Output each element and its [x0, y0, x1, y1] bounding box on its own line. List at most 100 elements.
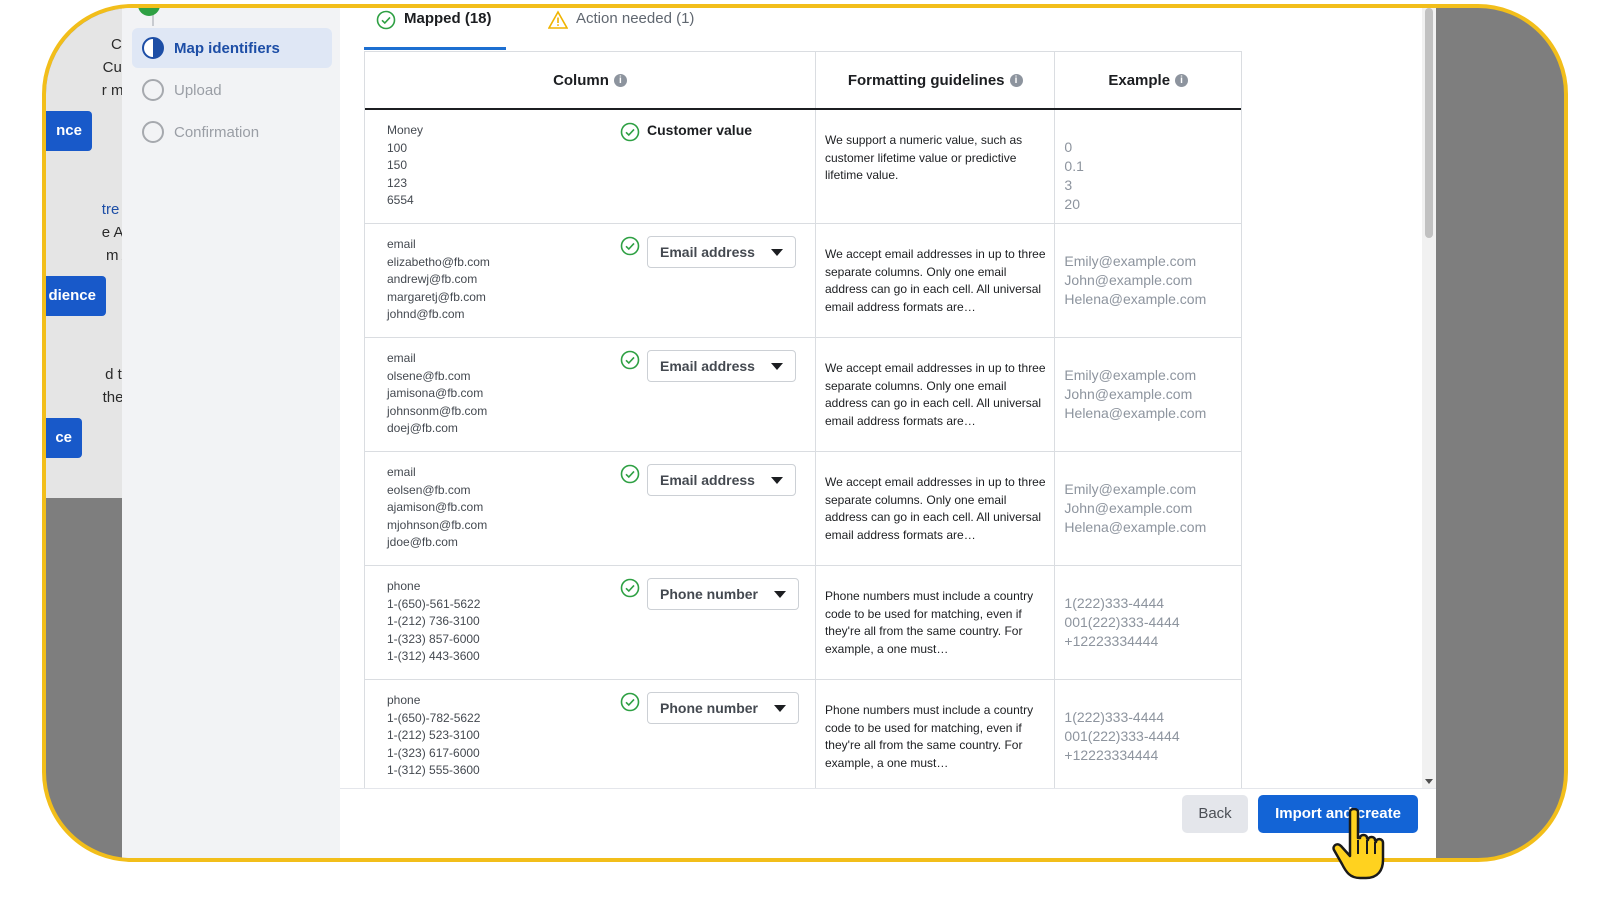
- tab-label: Mapped (18): [404, 10, 492, 27]
- check-circle-icon: [620, 692, 640, 712]
- check-circle-icon: [620, 350, 640, 370]
- check-circle-icon: [620, 464, 640, 484]
- example-cell: Emily@example.com John@example.com Helena@…: [1055, 338, 1241, 451]
- identifier-dropdown[interactable]: Phone number: [647, 692, 800, 724]
- column-cell: Money 100 150 123 6554 Customer value: [365, 110, 816, 223]
- example-value: Emily@example.com: [1064, 367, 1197, 383]
- step-map-identifiers[interactable]: Map identifiers: [132, 28, 332, 68]
- column-cell: email eolsen@fb.com ajamison@fb.com mjohnso…: [365, 452, 816, 565]
- table-row: email olsene@fb.com jamisona@fb.com johnson…: [365, 338, 1241, 452]
- example-values: Emily@example.com John@example.com Helena@…: [1064, 366, 1206, 423]
- sample-value: 100: [387, 140, 408, 155]
- dropdown-label: Email address: [660, 358, 755, 374]
- tab-action-needed[interactable]: Action needed (1): [548, 8, 694, 50]
- info-icon[interactable]: i: [613, 73, 627, 87]
- example-values: 0 0.1 3 20: [1064, 138, 1083, 214]
- guideline-cell: We accept email addresses in up to three…: [816, 224, 1056, 337]
- caret-down-icon: [770, 477, 783, 484]
- check-circle-icon: [620, 578, 640, 598]
- sample-value: email: [387, 237, 416, 251]
- sample-value: eolsen@fb.com: [387, 482, 471, 497]
- sample-value: 1-(650)-782-5622: [387, 710, 481, 725]
- sample-value: 1-(323) 857-6000: [387, 631, 480, 646]
- sample-value: 123: [387, 175, 408, 190]
- identifier-dropdown[interactable]: Email address: [647, 236, 796, 268]
- example-value: 3: [1064, 177, 1073, 193]
- tab-label: Action needed (1): [576, 10, 695, 27]
- guideline-cell: We accept email addresses in up to three…: [816, 338, 1056, 451]
- guideline-text: We accept email addresses in up to three…: [824, 361, 1046, 428]
- modal-footer: Back Import and create: [340, 788, 1436, 858]
- half-circle-icon: [142, 37, 164, 59]
- column-header: Column i: [365, 52, 816, 108]
- guideline-text: We accept email addresses in up to three…: [824, 475, 1046, 542]
- info-icon[interactable]: i: [1009, 73, 1023, 87]
- identifier-dropdown[interactable]: Email address: [647, 350, 796, 382]
- tab-mapped[interactable]: Mapped (18): [364, 8, 506, 50]
- sample-value: 1-(212) 523-3100: [387, 728, 480, 742]
- example-value: 0.1: [1064, 158, 1084, 174]
- caret-down-icon: [770, 363, 783, 370]
- table-row: email eolsen@fb.com ajamison@fb.com mjohnso…: [365, 452, 1241, 566]
- info-icon[interactable]: i: [1175, 73, 1189, 87]
- table-row: phone 1-(650)-782-5622 1-(212) 523-3100 1-(…: [365, 680, 1241, 788]
- column-cell: phone 1-(650)-561-5622 1-(212) 736-3100 1-(…: [365, 566, 816, 679]
- example-values: 1(222)333-4444 001(222)333-4444 +122233344…: [1064, 708, 1179, 765]
- mapping-content: Mapped (18) Action needed (1) Column i Fo…: [340, 8, 1436, 788]
- guidelines-header: Formatting guidelines i: [816, 52, 1056, 108]
- example-value: 001(222)333-4444: [1064, 614, 1180, 630]
- caret-down-icon: [774, 705, 787, 712]
- sample-values: email olsene@fb.com jamisona@fb.com johnson…: [387, 350, 487, 438]
- example-values: Emily@example.com John@example.com Helena@…: [1064, 252, 1206, 309]
- example-value: John@example.com: [1064, 500, 1193, 516]
- example-header: Example i: [1055, 52, 1241, 108]
- example-cell: 0 0.1 3 20: [1055, 110, 1241, 223]
- step-upload[interactable]: Upload: [132, 70, 332, 110]
- table-row: phone 1-(650)-561-5622 1-(212) 736-3100 1-(…: [365, 566, 1241, 680]
- bg-audience-button[interactable]: nce: [46, 111, 92, 151]
- example-cell: Emily@example.com John@example.com Helena@…: [1055, 452, 1241, 565]
- guideline-text: We support a numeric value, such as cust…: [824, 133, 1023, 182]
- check-circle-icon: [620, 122, 640, 142]
- sample-value: andrewj@fb.com: [387, 272, 478, 286]
- sample-value: 1-(650)-561-5622: [387, 596, 481, 611]
- identifier-dropdown[interactable]: Email address: [647, 464, 796, 496]
- caret-down-icon: [770, 249, 783, 256]
- example-value: +12223334444: [1064, 747, 1159, 763]
- guideline-cell: Phone numbers must include a country cod…: [816, 680, 1056, 788]
- sample-value: phone: [387, 579, 421, 593]
- table-row: Money 100 150 123 6554 Customer value We suppo…: [365, 110, 1241, 224]
- sample-values: phone 1-(650)-782-5622 1-(212) 523-3100 1-(…: [387, 692, 480, 780]
- guideline-cell: We support a numeric value, such as cust…: [816, 110, 1056, 223]
- sample-values: email eolsen@fb.com ajamison@fb.com mjohnso…: [387, 464, 487, 552]
- bg-audience-button[interactable]: ce: [46, 418, 82, 458]
- example-value: John@example.com: [1064, 272, 1193, 288]
- check-circle-icon: [376, 10, 396, 30]
- back-button[interactable]: Back: [1182, 795, 1248, 833]
- scrollbar-thumb[interactable]: [1425, 8, 1433, 238]
- example-values: Emily@example.com John@example.com Helena@…: [1064, 480, 1206, 537]
- upload-modal: Map identifiers Upload Confirmation Mapp…: [122, 8, 1436, 858]
- sample-value: jamisona@fb.com: [387, 386, 484, 400]
- sample-values: Money 100 150 123 6554: [387, 122, 423, 210]
- sample-value: 6554: [387, 193, 414, 207]
- step-confirmation[interactable]: Confirmation: [132, 112, 332, 152]
- guideline-text: Phone numbers must include a country cod…: [824, 589, 1034, 656]
- sample-value: doej@fb.com: [387, 421, 458, 435]
- bg-audience-button[interactable]: dience: [46, 276, 106, 316]
- dropdown-label: Email address: [660, 472, 755, 488]
- sample-value: margaretj@fb.com: [387, 289, 486, 304]
- column-cell: email olsene@fb.com jamisona@fb.com johnson…: [365, 338, 816, 451]
- column-cell: email elizabetho@fb.com andrewj@fb.com marg…: [365, 224, 816, 337]
- circle-icon: [142, 79, 164, 101]
- identifier-dropdown[interactable]: Phone number: [647, 578, 800, 610]
- scroll-down-arrow-icon[interactable]: [1425, 779, 1433, 784]
- example-value: 0: [1064, 139, 1073, 155]
- sample-values: phone 1-(650)-561-5622 1-(212) 736-3100 1-(…: [387, 578, 480, 666]
- sample-values: email elizabetho@fb.com andrewj@fb.com marg…: [387, 236, 490, 324]
- example-value: Emily@example.com: [1064, 253, 1197, 269]
- caret-down-icon: [774, 591, 787, 598]
- scrollbar[interactable]: [1422, 8, 1436, 788]
- warning-icon: [548, 10, 568, 29]
- sample-value: olsene@fb.com: [387, 368, 471, 383]
